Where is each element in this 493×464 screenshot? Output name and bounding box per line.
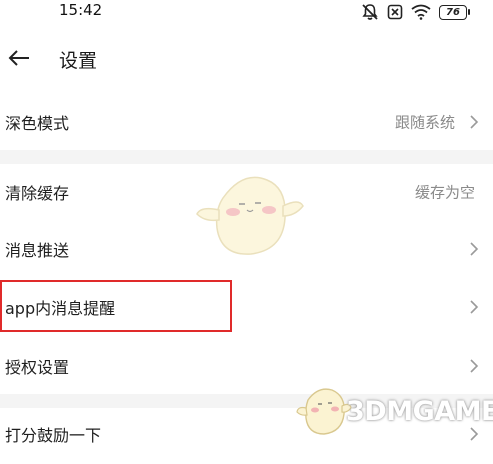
setting-label: 深色模式 <box>5 114 70 133</box>
setting-label: 授权设置 <box>5 358 70 377</box>
watermark: 3DMGAME <box>296 382 493 439</box>
watermark-text: 3DMGAME <box>346 396 493 427</box>
setting-row-dark-mode[interactable]: 深色模式 跟随系统 <box>0 94 493 150</box>
page-title: 设置 <box>59 50 98 72</box>
header: 设置 <box>0 34 493 84</box>
chevron-right-icon <box>470 115 479 129</box>
setting-value: 缓存为空 <box>414 183 475 202</box>
setting-label: 消息推送 <box>5 241 70 260</box>
mascot-watermark-icon <box>196 176 304 255</box>
status-time: 15:42 <box>59 1 103 19</box>
mascot-watermark-icon <box>296 388 352 435</box>
no-sim-icon <box>387 4 403 20</box>
chevron-right-icon <box>470 300 479 314</box>
wifi-icon <box>411 4 431 20</box>
chevron-right-icon <box>470 359 479 373</box>
highlight-box <box>0 280 232 332</box>
status-icons: 76 <box>361 3 470 21</box>
back-arrow-icon[interactable] <box>6 45 32 71</box>
setting-value: 跟随系统 <box>394 113 455 132</box>
chevron-right-icon <box>470 242 479 256</box>
setting-label: 清除缓存 <box>5 184 70 203</box>
section-divider <box>0 150 493 164</box>
mute-icon <box>362 4 378 20</box>
battery-icon: 76 <box>439 4 470 20</box>
setting-label: 打分鼓励一下 <box>5 426 102 445</box>
status-bar: 15:42 76 <box>0 0 493 26</box>
